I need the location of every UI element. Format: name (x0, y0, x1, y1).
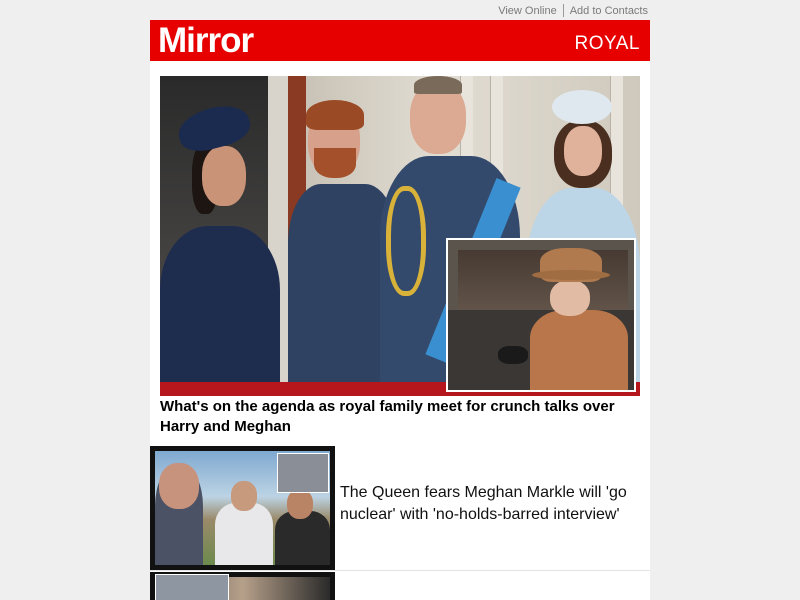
figure-william-cord (386, 186, 426, 296)
thumb-meghan-head (287, 489, 313, 519)
inset-coat (530, 310, 628, 390)
mirror-logo[interactable]: Mirror (158, 22, 254, 60)
figure-harry-hair (306, 100, 364, 130)
story-thumbnail[interactable] (150, 446, 335, 570)
thumbnail-photo (155, 451, 330, 565)
view-online-link[interactable]: View Online (498, 5, 557, 17)
thumb-inset (155, 574, 229, 600)
hero-image[interactable] (160, 76, 640, 396)
figure-meghan-head (202, 146, 246, 206)
header-links: View Online Add to Contacts (498, 4, 648, 17)
thumb-harry-head (231, 481, 257, 511)
hero-headline-link[interactable]: What's on the agenda as royal family mee… (160, 397, 640, 436)
add-to-contacts-link[interactable]: Add to Contacts (570, 5, 648, 17)
thumb-interviewer-head (159, 463, 199, 509)
masthead: Mirror ROYAL (150, 20, 650, 61)
thumb-harry (215, 503, 273, 565)
story-thumbnail[interactable] (150, 572, 335, 600)
section-label: ROYAL (574, 33, 640, 54)
figure-meghan-dress (160, 226, 280, 386)
inset-face (550, 280, 590, 316)
inset-hat-brim (532, 270, 610, 280)
email-header-links: View Online Add to Contacts (150, 0, 650, 20)
story-item[interactable]: The Queen fears Meghan Markle will 'go n… (150, 446, 650, 571)
figure-william-hair (414, 76, 462, 94)
thumb-meghan (275, 511, 330, 565)
newsletter-card: Mirror ROYAL What's on the agenda as roy… (150, 20, 650, 600)
link-divider (562, 4, 564, 17)
thumb-inset (277, 453, 329, 493)
story-item[interactable] (150, 572, 650, 600)
inset-glove (498, 346, 528, 364)
figure-harry-beard (314, 148, 356, 178)
figure-kate-hat (552, 90, 612, 124)
hero-inset-image (446, 238, 636, 392)
figure-kate-face (564, 126, 602, 176)
story-headline-link[interactable]: The Queen fears Meghan Markle will 'go n… (340, 482, 640, 525)
